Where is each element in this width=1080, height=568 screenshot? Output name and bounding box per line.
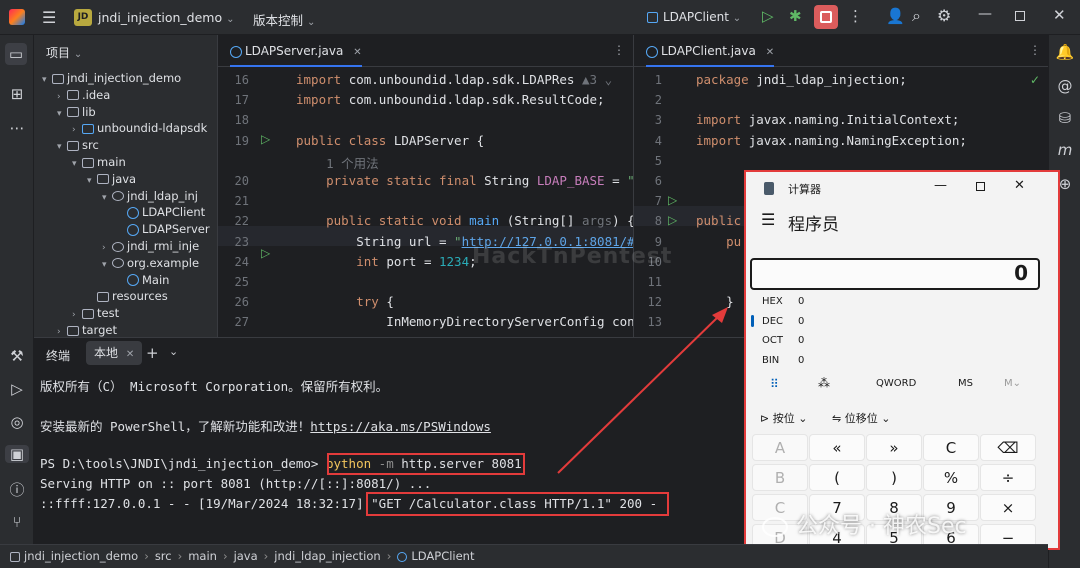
breadcrumb-item[interactable]: jndi_ldap_injection xyxy=(274,549,380,563)
arrow-line xyxy=(557,314,721,474)
bit-toggle-icon[interactable]: ⁂ xyxy=(818,376,830,390)
calc-key[interactable]: A xyxy=(752,434,808,461)
bitshift-icon: ⇋ xyxy=(832,412,842,425)
calc-key[interactable]: B xyxy=(752,464,808,491)
breadcrumb: jndi_injection_demo › src › main › java › jndi_l… xyxy=(10,549,474,563)
dec-selected-indicator xyxy=(751,315,754,327)
calc-key[interactable]: C xyxy=(923,434,979,461)
bitwise-dropdown[interactable]: ⊳ 按位 ⌄ xyxy=(760,410,807,426)
calculator-window: 计算器 — ✕ ☰ 程序员 0 HEX 0 DEC 0 OCT 0 BIN 0 ⠿ ⁂ QWO… xyxy=(744,170,1060,550)
memory-menu-button[interactable]: M⌄ xyxy=(1004,378,1021,389)
calc-key[interactable]: » xyxy=(866,434,922,461)
calculator-app-icon xyxy=(764,182,774,195)
breadcrumb-item[interactable]: main xyxy=(188,549,217,563)
breadcrumb-separator: › xyxy=(263,549,269,563)
base-value: 0 xyxy=(798,315,805,327)
status-bar: jndi_injection_demo › src › main › java › jndi_l… xyxy=(0,544,1048,568)
breadcrumb-separator: › xyxy=(144,549,149,563)
base-row-dec[interactable]: DEC 0 xyxy=(762,316,804,327)
calc-key[interactable]: ÷ xyxy=(980,464,1036,491)
full-keypad-icon[interactable]: ⠿ xyxy=(770,377,779,391)
base-row-bin[interactable]: BIN 0 xyxy=(762,355,804,366)
bitshift-dropdown[interactable]: ⇋ 位移位 ⌄ xyxy=(832,410,890,426)
bitshift-label: 位移位 xyxy=(844,412,878,425)
calc-key[interactable]: % xyxy=(923,464,979,491)
base-row-oct[interactable]: OCT 0 xyxy=(762,335,804,346)
breadcrumb-separator: › xyxy=(177,549,183,563)
breadcrumb-item[interactable]: src xyxy=(155,549,172,563)
base-value: 0 xyxy=(798,335,805,346)
memory-store-button[interactable]: MS xyxy=(958,378,973,389)
breadcrumb-separator: › xyxy=(386,549,392,563)
base-label: OCT xyxy=(762,335,783,346)
java-class-icon xyxy=(397,551,408,562)
calc-key[interactable]: × xyxy=(980,494,1036,521)
base-value: 0 xyxy=(798,296,805,307)
calc-key[interactable]: « xyxy=(809,434,865,461)
calc-close-icon[interactable]: ✕ xyxy=(1014,178,1025,193)
bitwise-label: 按位 xyxy=(772,412,795,425)
bitwise-icon: ⊳ xyxy=(760,412,770,425)
base-row-hex[interactable]: HEX 0 xyxy=(762,296,804,307)
calculator-title: 计算器 xyxy=(788,183,821,196)
faint-watermark: HackTnPentest xyxy=(472,244,673,269)
base-label: BIN xyxy=(762,354,780,366)
base-label: DEC xyxy=(762,315,784,327)
word-size-button[interactable]: QWORD xyxy=(876,378,916,389)
breadcrumb-item[interactable]: java xyxy=(234,549,258,563)
calc-minimize-icon[interactable]: — xyxy=(934,178,947,193)
hamburger-menu-icon[interactable]: ☰ xyxy=(761,210,775,229)
calc-restore-icon[interactable] xyxy=(976,182,985,191)
display-value: 0 xyxy=(1014,261,1028,285)
base-label: HEX xyxy=(762,296,783,307)
calculator-mode: 程序员 xyxy=(788,215,839,235)
wechat-icon xyxy=(762,517,788,537)
calculator-display: 0 xyxy=(750,258,1040,290)
wechat-watermark: 公众号 · 神农Sec xyxy=(762,508,967,540)
wechat-watermark-text: 公众号 · 神农Sec xyxy=(796,514,967,539)
calc-key[interactable]: ( xyxy=(809,464,865,491)
breadcrumb-item[interactable]: LDAPClient xyxy=(411,549,474,563)
calc-key[interactable]: ) xyxy=(866,464,922,491)
breadcrumb-item[interactable]: jndi_injection_demo xyxy=(24,549,138,563)
calc-key[interactable]: ⌫ xyxy=(980,434,1036,461)
breadcrumb-separator: › xyxy=(222,549,228,563)
base-value: 0 xyxy=(798,354,805,366)
module-icon xyxy=(10,551,20,562)
